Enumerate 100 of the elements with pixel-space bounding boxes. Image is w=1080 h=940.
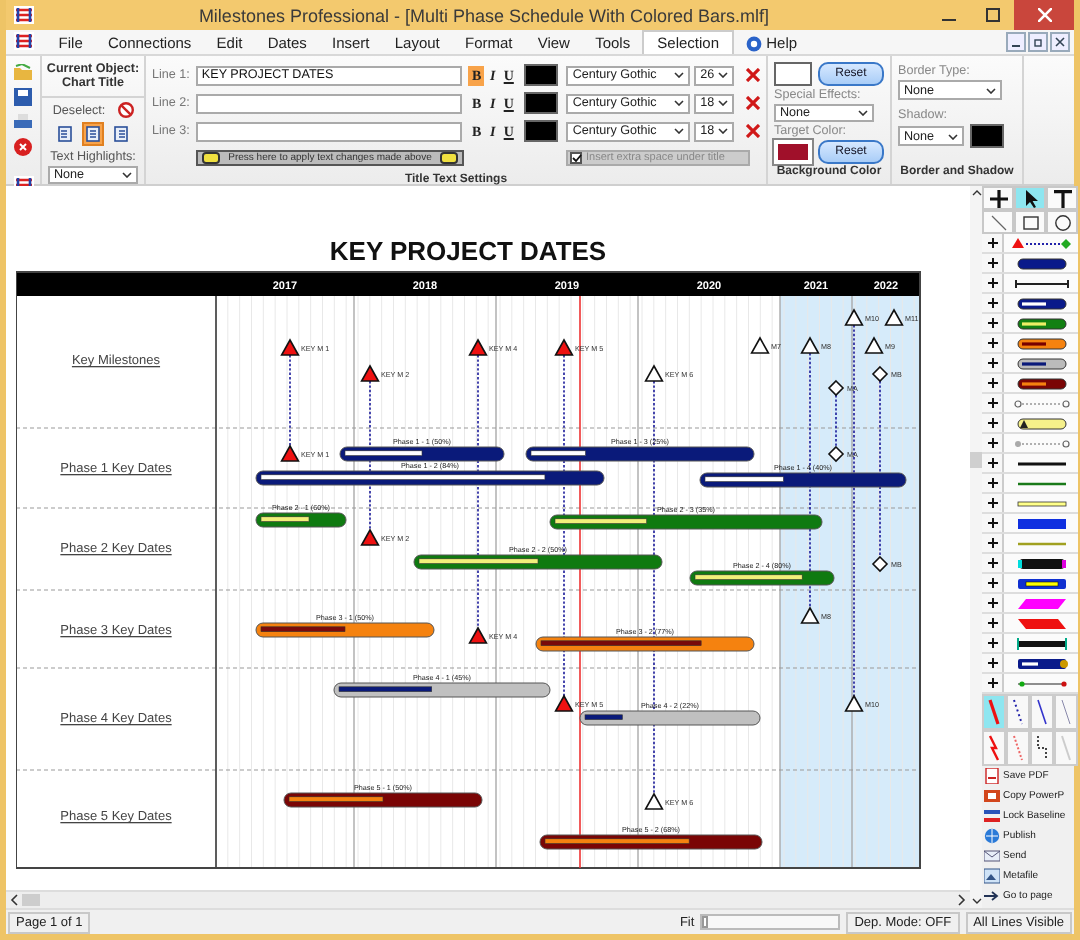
color-swatch[interactable] — [524, 120, 559, 142]
caret-icon — [674, 72, 685, 78]
restore-icon — [1032, 36, 1044, 48]
close-button[interactable] — [1014, 0, 1074, 30]
milestone-triangle — [360, 364, 380, 382]
line-icon[interactable] — [1009, 275, 1073, 291]
add-style-button[interactable] — [982, 614, 1004, 632]
delete-button[interactable] — [746, 68, 761, 82]
add-style-button[interactable] — [982, 274, 1004, 292]
close-icon — [1054, 36, 1066, 48]
align-button[interactable] — [82, 122, 104, 147]
plus-icon — [987, 438, 997, 448]
text-tool-icon — [1053, 189, 1071, 207]
connector-line — [835, 394, 837, 447]
plus-icon — [987, 518, 997, 528]
image-icon — [984, 868, 1000, 884]
title-line-input[interactable] — [195, 121, 463, 141]
add-style-button[interactable] — [982, 574, 1004, 592]
add-style-button[interactable] — [982, 594, 1004, 612]
horizontal-scrollbar[interactable] — [6, 890, 970, 908]
milestone-triangle — [554, 338, 574, 356]
rectangle-tool[interactable] — [1014, 210, 1046, 234]
save-icon — [14, 88, 32, 106]
add-style-button[interactable] — [982, 234, 1004, 252]
add-style-button[interactable] — [982, 654, 1004, 672]
color-swatch[interactable] — [524, 92, 559, 114]
zoom-slider[interactable] — [700, 914, 841, 930]
scroll-thumb[interactable] — [22, 894, 40, 906]
envelope-icon — [984, 848, 1000, 864]
circle-tool[interactable] — [1046, 210, 1078, 234]
add-style-button[interactable] — [982, 434, 1004, 452]
plus-icon — [987, 318, 997, 328]
chevron-left-icon — [10, 894, 18, 906]
add-style-button[interactable] — [982, 354, 1004, 372]
milestone-triangle — [468, 626, 488, 644]
align-icon — [58, 126, 72, 143]
caret-icon — [718, 72, 729, 78]
plus-icon — [987, 378, 997, 388]
deselect-button[interactable] — [117, 102, 134, 119]
add-style-button[interactable] — [982, 494, 1004, 512]
text-tool-tool[interactable] — [1046, 186, 1078, 210]
color-swatch[interactable] — [970, 124, 1004, 148]
line-style-button[interactable] — [1030, 730, 1054, 766]
line-style-icon — [1056, 732, 1076, 764]
title-line-input[interactable] — [195, 93, 463, 113]
line-icon — [989, 213, 1007, 231]
add-style-button[interactable] — [982, 254, 1004, 272]
vertical-scrollbar[interactable] — [970, 186, 982, 908]
add-style-button[interactable] — [982, 414, 1004, 432]
add-style-button[interactable] — [982, 374, 1004, 392]
add-style-button[interactable] — [982, 534, 1004, 552]
line-style-icon — [1032, 732, 1052, 764]
add-style-button[interactable] — [982, 634, 1004, 652]
help-icon — [746, 35, 763, 51]
add-style-button[interactable] — [982, 554, 1004, 572]
align-button[interactable] — [54, 122, 76, 147]
plus-icon — [987, 298, 997, 308]
no-entry-icon — [117, 102, 134, 119]
color-swatch[interactable] — [774, 62, 812, 86]
caret-icon — [674, 100, 685, 106]
plus-icon — [987, 498, 997, 508]
line-style-button[interactable] — [1030, 694, 1054, 730]
minimize-button[interactable] — [1006, 32, 1026, 52]
dotted-line-icon[interactable] — [1009, 395, 1073, 411]
plus-icon — [987, 598, 997, 608]
pointer-tool[interactable] — [1014, 186, 1046, 210]
delete-button[interactable] — [746, 124, 761, 138]
slider-thumb[interactable] — [702, 916, 709, 928]
add-style-button[interactable] — [982, 514, 1004, 532]
align-button[interactable] — [110, 122, 132, 147]
milestone-line-icon[interactable] — [1009, 235, 1073, 251]
dotted-line-icon[interactable] — [1009, 435, 1073, 451]
line-style-button[interactable] — [982, 730, 1006, 766]
color-swatch[interactable] — [524, 64, 559, 86]
add-style-button[interactable] — [982, 474, 1004, 492]
restore-button[interactable] — [1028, 32, 1048, 52]
add-style-button[interactable] — [982, 314, 1004, 332]
plus-icon — [987, 618, 997, 628]
caret-icon — [122, 172, 132, 179]
caret-icon — [986, 87, 996, 93]
plus-icon — [987, 538, 997, 548]
plus-icon — [987, 678, 997, 688]
add-style-button[interactable] — [982, 454, 1004, 472]
add-style-button[interactable] — [982, 334, 1004, 352]
plus-icon — [987, 278, 997, 288]
crosshair-tool[interactable] — [982, 186, 1014, 210]
close-button[interactable] — [1050, 32, 1070, 52]
layers-icon — [984, 808, 1000, 824]
scroll-thumb[interactable] — [970, 452, 982, 468]
plus-icon — [987, 578, 997, 588]
add-style-button[interactable] — [982, 674, 1004, 692]
printer-icon — [14, 114, 32, 130]
milestone-diamond — [871, 555, 889, 573]
add-style-button[interactable] — [982, 294, 1004, 312]
milestone-triangle — [800, 336, 820, 354]
plus-icon — [987, 258, 997, 268]
line-style-icon — [984, 696, 1004, 728]
delete-button[interactable] — [746, 96, 761, 110]
add-style-button[interactable] — [982, 394, 1004, 412]
line-style-icon — [1056, 696, 1076, 728]
